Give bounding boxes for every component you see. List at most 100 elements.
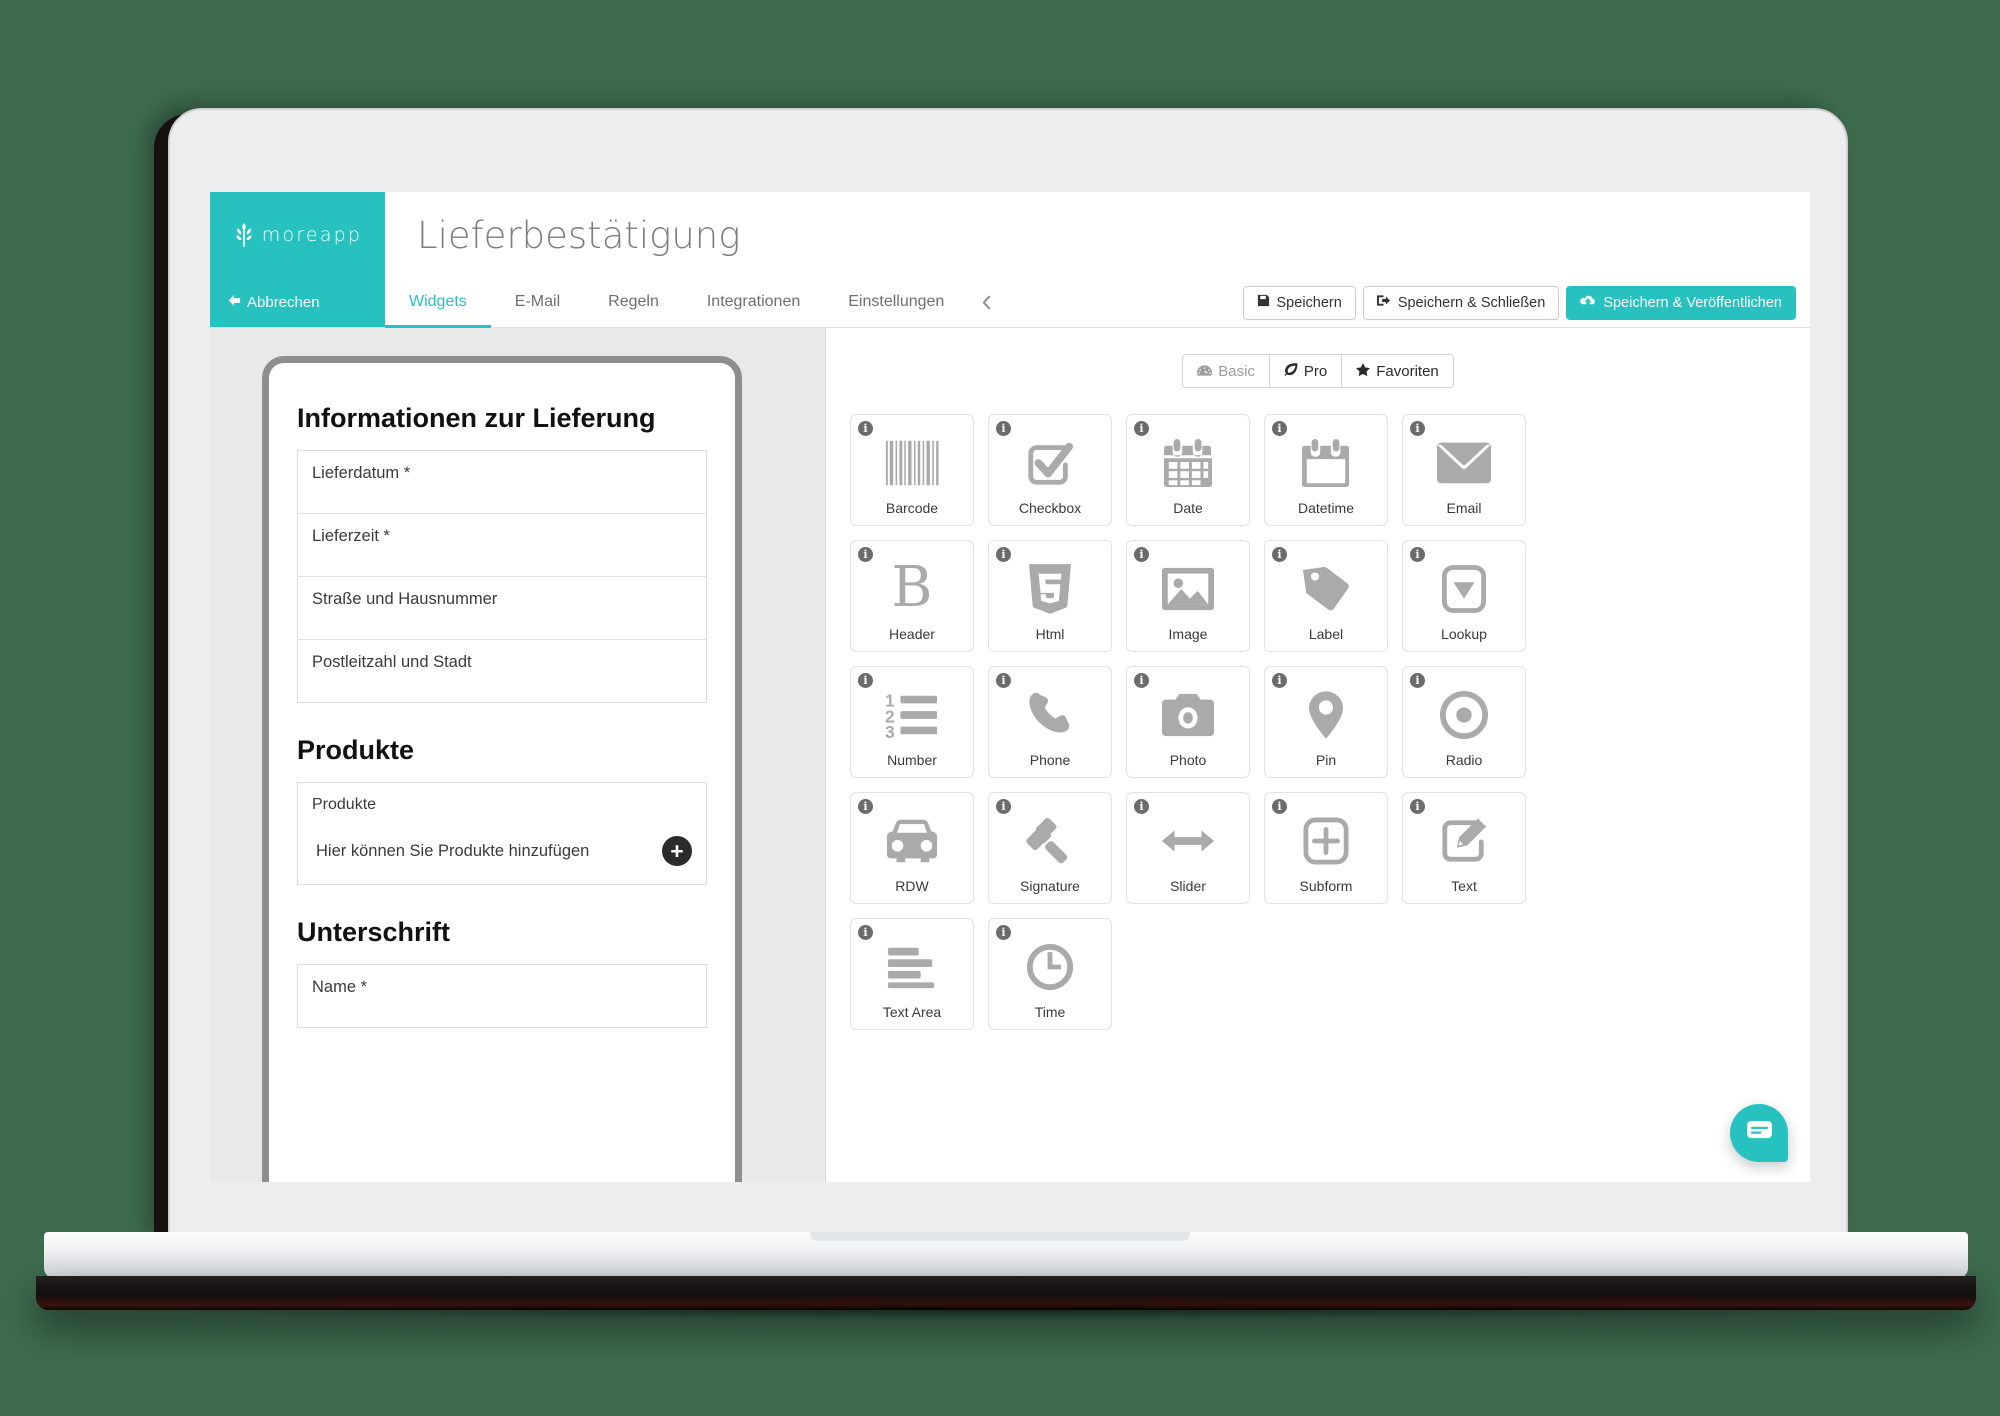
info-icon[interactable]: i xyxy=(1134,421,1149,436)
dropdown-icon xyxy=(1403,551,1525,626)
widget-card-text-area[interactable]: i Text Area xyxy=(850,918,974,1030)
car-icon xyxy=(851,803,973,878)
dashboard-icon xyxy=(1197,363,1213,380)
info-icon[interactable]: i xyxy=(1410,799,1425,814)
info-icon[interactable]: i xyxy=(1410,673,1425,688)
app-screen: moreapp Lieferbestätigung Abbrechen Widg… xyxy=(210,192,1810,1182)
desk-shadow xyxy=(120,1300,1900,1320)
widget-label: Slider xyxy=(1170,878,1206,894)
arrow-left-icon xyxy=(228,294,241,311)
info-icon[interactable]: i xyxy=(1272,421,1287,436)
widget-label: Text Area xyxy=(882,1004,942,1020)
widget-card-subform[interactable]: i Subform xyxy=(1264,792,1388,904)
widget-card-datetime[interactable]: i Datetime xyxy=(1264,414,1388,526)
info-icon[interactable]: i xyxy=(996,547,1011,562)
cloud-upload-icon xyxy=(1580,295,1596,311)
save-and-close-button[interactable]: Speichern & Schließen xyxy=(1362,285,1560,320)
brand-logo-block[interactable]: moreapp xyxy=(210,192,385,278)
widget-card-checkbox[interactable]: i Checkbox xyxy=(988,414,1112,526)
widget-card-phone[interactable]: i Phone xyxy=(988,666,1112,778)
gavel-icon xyxy=(989,803,1111,878)
widget-card-label[interactable]: i Label xyxy=(1264,540,1388,652)
image-icon xyxy=(1127,551,1249,626)
save-button[interactable]: Speichern xyxy=(1242,285,1356,320)
phone-preview-frame: Informationen zur Lieferung Lieferdatum … xyxy=(262,356,742,1182)
radio-button-icon xyxy=(1403,677,1525,752)
info-icon[interactable]: i xyxy=(858,799,873,814)
widget-label: Number xyxy=(887,752,937,768)
camera-icon xyxy=(1127,677,1249,752)
widget-card-rdw[interactable]: i RDW xyxy=(850,792,974,904)
subform-produkte[interactable]: Produkte Hier können Sie Produkte hinzuf… xyxy=(297,782,707,885)
info-icon[interactable]: i xyxy=(858,547,873,562)
subform-produkte-hint: Hier können Sie Produkte hinzufügen xyxy=(316,841,590,860)
widget-card-html[interactable]: i Html xyxy=(988,540,1112,652)
info-icon[interactable]: i xyxy=(858,925,873,940)
filter-favoriten[interactable]: Favoriten xyxy=(1342,354,1454,388)
info-icon[interactable]: i xyxy=(858,421,873,436)
cancel-button-label: Abbrechen xyxy=(247,294,320,311)
info-icon[interactable]: i xyxy=(996,421,1011,436)
widget-card-header[interactable]: i B Header xyxy=(850,540,974,652)
save-and-close-button-label: Speichern & Schließen xyxy=(1397,294,1546,311)
widget-card-pin[interactable]: i Pin xyxy=(1264,666,1388,778)
tab-widgets[interactable]: Widgets xyxy=(385,278,491,328)
save-and-publish-button[interactable]: Speichern & Veröffentlichen xyxy=(1566,285,1796,320)
save-button-label: Speichern xyxy=(1276,294,1342,311)
filter-pro[interactable]: Pro xyxy=(1269,354,1343,388)
info-icon[interactable]: i xyxy=(1134,673,1149,688)
filter-basic-label: Basic xyxy=(1218,362,1255,380)
field-plz-stadt[interactable]: Postleitzahl und Stadt xyxy=(298,640,706,702)
tab-integrationen[interactable]: Integrationen xyxy=(683,278,824,328)
filter-pro-label: Pro xyxy=(1303,362,1328,380)
tab-regeln[interactable]: Regeln xyxy=(584,278,683,328)
field-name[interactable]: Name * xyxy=(298,965,706,1027)
widget-card-text[interactable]: i Text xyxy=(1402,792,1526,904)
filter-basic[interactable]: Basic xyxy=(1182,354,1270,388)
widget-card-lookup[interactable]: i Lookup xyxy=(1402,540,1526,652)
filter-favoriten-label: Favoriten xyxy=(1376,362,1439,380)
field-lieferzeit[interactable]: Lieferzeit * xyxy=(298,514,706,577)
app-header: moreapp Lieferbestätigung xyxy=(210,192,1810,278)
info-icon[interactable]: i xyxy=(858,673,873,688)
chevron-left-icon[interactable] xyxy=(968,278,1005,327)
plus-circle-icon[interactable]: + xyxy=(662,836,692,866)
widget-card-slider[interactable]: i Slider xyxy=(1126,792,1250,904)
field-lieferdatum[interactable]: Lieferdatum * xyxy=(298,451,706,514)
info-icon[interactable]: i xyxy=(1134,799,1149,814)
widget-label: RDW xyxy=(895,878,929,894)
info-icon[interactable]: i xyxy=(1272,673,1287,688)
info-icon[interactable]: i xyxy=(1410,421,1425,436)
info-icon[interactable]: i xyxy=(1410,547,1425,562)
widget-card-signature[interactable]: i Signature xyxy=(988,792,1112,904)
map-pin-icon xyxy=(1265,677,1387,752)
widget-card-email[interactable]: i Email xyxy=(1402,414,1526,526)
calendar-icon xyxy=(1127,425,1249,500)
tab-email[interactable]: E-Mail xyxy=(491,278,584,328)
widget-card-time[interactable]: i Time xyxy=(988,918,1112,1030)
widget-card-number[interactable]: i 1 2 3 Number xyxy=(850,666,974,778)
widget-card-barcode[interactable]: i Barcode xyxy=(850,414,974,526)
widget-grid: i Barcode i Checkbox i Date i Datetime i… xyxy=(826,388,1810,1030)
info-icon[interactable]: i xyxy=(1272,799,1287,814)
cancel-button[interactable]: Abbrechen xyxy=(210,278,385,327)
widget-card-radio[interactable]: i Radio xyxy=(1402,666,1526,778)
widget-card-photo[interactable]: i Photo xyxy=(1126,666,1250,778)
tab-einstellungen[interactable]: Einstellungen xyxy=(824,278,968,328)
widget-label: Image xyxy=(1168,626,1208,642)
info-icon[interactable]: i xyxy=(1272,547,1287,562)
widget-card-date[interactable]: i Date xyxy=(1126,414,1250,526)
info-icon[interactable]: i xyxy=(996,673,1011,688)
info-icon[interactable]: i xyxy=(1134,547,1149,562)
widget-label: Pin xyxy=(1315,752,1337,768)
widget-label: Time xyxy=(1034,1004,1066,1020)
widget-card-image[interactable]: i Image xyxy=(1126,540,1250,652)
bold-b-icon: B xyxy=(891,555,933,621)
field-strasse[interactable]: Straße und Hausnummer xyxy=(298,577,706,640)
barcode-icon xyxy=(851,425,973,500)
chat-support-button[interactable] xyxy=(1730,1104,1788,1162)
info-icon[interactable]: i xyxy=(996,799,1011,814)
field-plz-stadt-label: Postleitzahl und Stadt xyxy=(312,653,472,671)
info-icon[interactable]: i xyxy=(996,925,1011,940)
phone-icon xyxy=(989,677,1111,752)
